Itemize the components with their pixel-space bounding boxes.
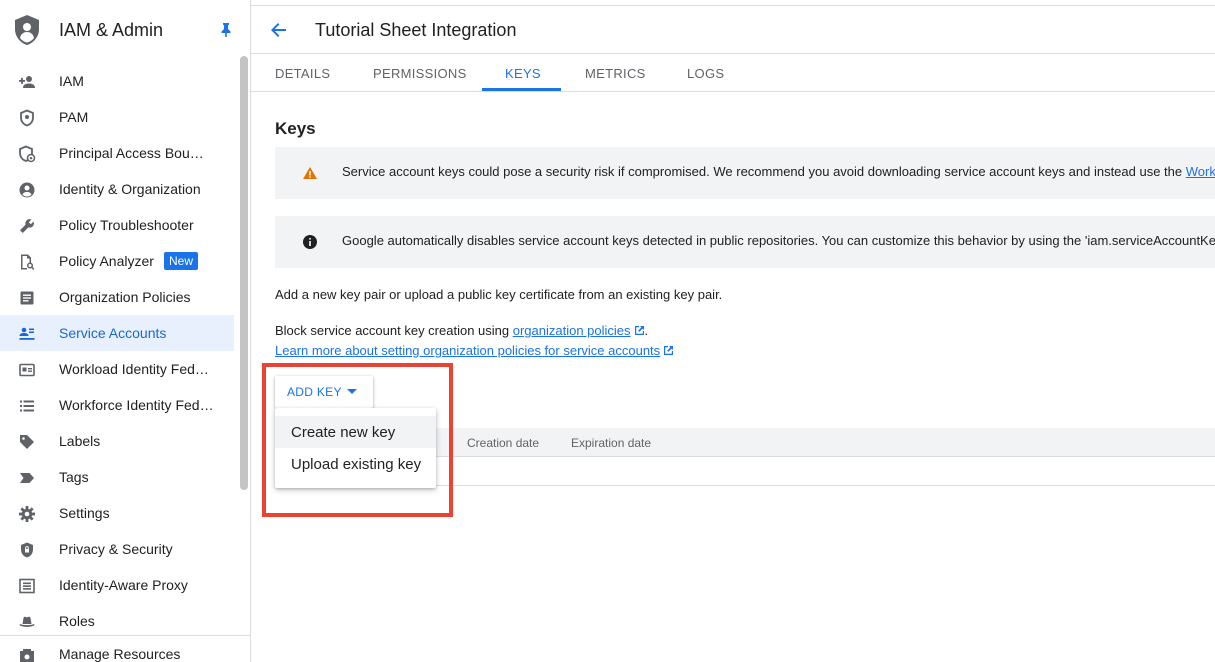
sidebar-item-service-accounts[interactable]: Service Accounts <box>0 315 234 351</box>
sidebar-item-policy-analyzer[interactable]: Policy Analyzer New <box>0 243 234 279</box>
sidebar-item-settings[interactable]: Settings <box>0 495 234 531</box>
tag-icon <box>20 473 34 483</box>
resources-icon <box>20 649 34 662</box>
sidebar-item-workforce-identity-federation[interactable]: Workforce Identity Federation <box>0 387 234 423</box>
security-boundary-icon <box>19 145 36 163</box>
label-icon <box>20 435 34 449</box>
column-creation-date[interactable]: Creation date <box>467 436 539 450</box>
sidebar-item-label: Labels <box>59 433 101 449</box>
annotation-highlight-box <box>262 363 453 517</box>
new-badge: New <box>164 252 199 270</box>
list-document-icon <box>20 291 34 305</box>
add-key-description: Add a new key pair or upload a public ke… <box>275 287 723 302</box>
gear-icon <box>19 506 35 522</box>
section-title: Keys <box>275 119 316 138</box>
tab-logs[interactable]: LOGS <box>687 66 724 81</box>
info-icon <box>303 235 317 249</box>
sidebar-item-label: Settings <box>59 505 110 521</box>
sidebar-item-label: Identity & Organization <box>59 181 201 197</box>
sidebar-item-workload-identity-federation[interactable]: Workload Identity Federation <box>0 351 234 387</box>
proxy-icon <box>19 578 35 594</box>
info-banner: Google automatically disables service ac… <box>275 216 1215 268</box>
column-expiration-date[interactable]: Expiration date <box>571 436 651 450</box>
warning-text: Service account keys could pose a securi… <box>342 164 1215 179</box>
shield-icon <box>20 109 34 127</box>
service-account-icon <box>19 327 35 340</box>
learn-more-link[interactable]: Learn more about setting organization po… <box>275 343 660 358</box>
tab-bar: DETAILS PERMISSIONS KEYS METRICS LOGS <box>251 55 1215 92</box>
info-text: Google automatically disables service ac… <box>342 233 1215 248</box>
sidebar-nav: IAM PAM Principal Access Boundary Polici… <box>0 63 234 639</box>
tab-metrics[interactable]: METRICS <box>585 66 646 81</box>
tab-permissions[interactable]: PERMISSIONS <box>373 66 467 81</box>
sidebar: IAM & Admin IAM PAM Principal Access Bou… <box>0 0 251 662</box>
sidebar-scrollbar[interactable] <box>240 56 248 490</box>
workload-identity-link[interactable]: Workl <box>1186 164 1215 179</box>
back-arrow-icon[interactable] <box>269 20 289 40</box>
sidebar-item-label: Workforce Identity Federation <box>59 397 214 413</box>
list-icon <box>20 400 34 412</box>
sidebar-item-label: Workload Identity Federation <box>59 361 214 377</box>
page-title: Tutorial Sheet Integration <box>315 20 517 40</box>
warning-banner: Service account keys could pose a securi… <box>275 147 1215 199</box>
sidebar-item-label: Organization Policies <box>59 289 191 305</box>
sidebar-item-identity-organization[interactable]: Identity & Organization <box>0 171 234 207</box>
account-circle-icon <box>19 182 35 198</box>
sidebar-item-tags[interactable]: Tags <box>0 459 234 495</box>
block-key-text: Block service account key creation using… <box>275 323 649 338</box>
sidebar-item-label: Privacy & Security <box>59 541 173 557</box>
sidebar-item-policy-troubleshooter[interactable]: Policy Troubleshooter <box>0 207 234 243</box>
sidebar-item-label: Service Accounts <box>59 325 167 341</box>
sidebar-item-roles[interactable]: Roles <box>0 603 234 639</box>
sidebar-item-principal-access-boundary[interactable]: Principal Access Boundary Policies <box>0 135 234 171</box>
shield-lock-icon <box>21 542 33 558</box>
sidebar-item-privacy-security[interactable]: Privacy & Security <box>0 531 234 567</box>
document-search-icon <box>21 254 35 270</box>
tab-details[interactable]: DETAILS <box>275 66 330 81</box>
sidebar-item-manage-resources[interactable]: Manage Resources <box>0 635 250 662</box>
iam-shield-logo-icon <box>15 15 39 45</box>
sidebar-item-label: Identity-Aware Proxy <box>59 577 188 593</box>
page-header: Tutorial Sheet Integration <box>251 6 1215 54</box>
hat-icon <box>19 616 35 627</box>
external-link-icon <box>634 326 644 335</box>
external-link-icon <box>664 346 674 355</box>
sidebar-header: IAM & Admin <box>0 6 250 54</box>
tab-keys[interactable]: KEYS <box>505 66 541 81</box>
product-title: IAM & Admin <box>59 20 164 40</box>
person-add-icon <box>19 76 35 88</box>
pin-icon[interactable] <box>218 22 234 38</box>
active-tab-indicator <box>482 88 561 91</box>
sidebar-item-labels[interactable]: Labels <box>0 423 234 459</box>
sidebar-item-identity-aware-proxy[interactable]: Identity-Aware Proxy <box>0 567 234 603</box>
organization-policies-link[interactable]: organization policies <box>513 323 631 338</box>
sidebar-item-iam[interactable]: IAM <box>0 63 234 99</box>
learn-more-row: Learn more about setting organization po… <box>275 343 674 358</box>
sidebar-item-label: PAM <box>59 109 89 125</box>
sidebar-item-label: Policy Troubleshooter <box>59 217 194 233</box>
sidebar-item-label: Policy Analyzer <box>59 253 154 269</box>
sidebar-item-label: IAM <box>59 73 84 89</box>
id-card-icon <box>19 363 35 377</box>
warning-icon <box>303 167 317 179</box>
sidebar-item-organization-policies[interactable]: Organization Policies <box>0 279 234 315</box>
sidebar-item-pam[interactable]: PAM <box>0 99 234 135</box>
sidebar-item-label: Manage Resources <box>59 646 181 662</box>
wrench-icon <box>20 219 34 233</box>
sidebar-item-label: Roles <box>59 613 95 629</box>
sidebar-item-label: Principal Access Boundary Policies <box>59 145 211 161</box>
sidebar-item-label: Tags <box>59 469 89 485</box>
